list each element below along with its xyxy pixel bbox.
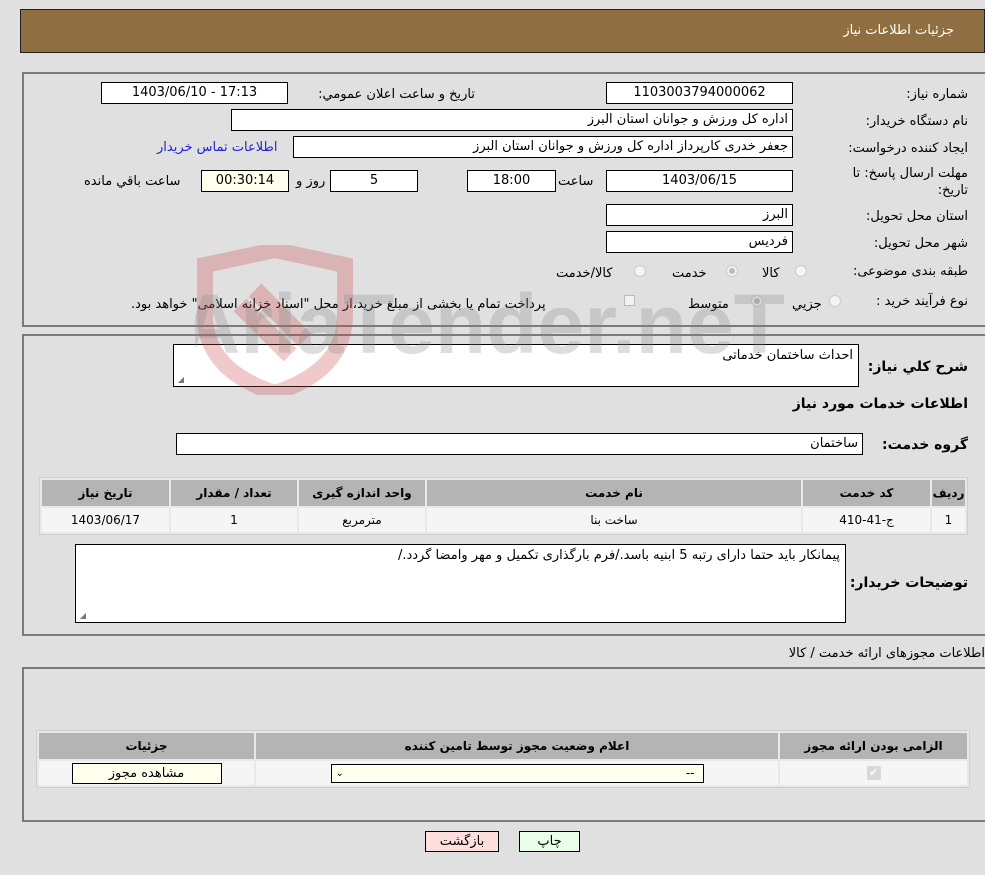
category-option-service: خدمت [672,266,707,281]
deadline-time-label: ساعت [558,174,594,189]
summary-text: احداث ساختمان خدماتی [722,348,853,363]
process-option-minor: جزيي [792,297,822,312]
category-label: طبقه بندی موضوعی: [852,264,968,279]
category-option-goods-service: کالا/خدمت [556,266,613,281]
permits-table-header: الزامی بودن ارائه مجوز اعلام وضعیت مجوز … [39,733,967,759]
page-header: جزئیات اطلاعات نیاز [20,9,985,53]
remaining-time-label: ساعت باقي مانده [84,174,181,189]
remaining-time-field: 00:30:14 [201,170,289,192]
resize-grip-icon[interactable]: ◢ [78,612,86,620]
deadline-date-field[interactable]: 1403/06/15 [606,170,793,192]
cell-row-number: 1 [932,508,965,532]
services-table: ردیف کد خدمت نام خدمت واحد اندازه گیری ت… [39,477,968,535]
process-radio-medium[interactable] [751,295,763,307]
col-service-name: نام خدمت [427,480,801,506]
process-label: نوع فرآیند خرید : [876,294,968,309]
view-permit-button[interactable]: مشاهده مجوز [71,762,222,784]
col-quantity: تعداد / مقدار [171,480,297,506]
buyer-notes-label: توضیحات خریدار: [849,575,968,591]
col-permit-required: الزامی بودن ارائه مجوز [780,733,967,759]
deadline-label: مهلت ارسال پاسخ: تا تاریخ: [853,165,968,199]
col-row-number: ردیف [932,480,965,506]
permit-required-checkbox: ✔ [866,766,881,781]
need-number-field[interactable]: 1103003794000062 [606,82,793,104]
announce-date-field[interactable]: 1403/06/10 - 17:13 [101,82,288,104]
table-row: 1 ج-41-410 ساخت بنا مترمربع 1 1403/06/17 [42,508,965,532]
service-group-label: گروه خدمت: [882,437,968,453]
cell-need-date: 1403/06/17 [42,508,169,532]
buyer-org-label: نام دستگاه خریدار: [865,114,968,129]
back-button[interactable]: بازگشت [425,831,499,852]
city-field[interactable]: فردیس [606,231,793,253]
service-group-field[interactable]: ساختمان [176,433,863,455]
cell-permit-details: مشاهده مجوز [39,761,254,785]
services-title: اطلاعات خدمات مورد نیاز [792,396,968,412]
category-radio-goods[interactable] [795,265,807,277]
days-label: روز و [296,174,326,189]
announce-date-label: تاريخ و ساعت اعلان عمومي: [318,87,475,102]
category-radio-goods-service[interactable] [634,265,646,277]
col-permit-status: اعلام وضعیت مجوز توسط تامین کننده [256,733,778,759]
services-table-header: ردیف کد خدمت نام خدمت واحد اندازه گیری ت… [42,480,965,506]
need-number-label: شماره نیاز: [906,87,968,102]
deadline-time-field[interactable]: 18:00 [467,170,556,192]
category-radio-service[interactable] [726,265,738,277]
city-label: شهر محل تحویل: [873,236,968,251]
permits-table: الزامی بودن ارائه مجوز اعلام وضعیت مجوز … [36,730,970,788]
cell-quantity: 1 [171,508,297,532]
treasury-note: پرداخت تمام یا بخشی از مبلغ خرید،از محل … [131,297,546,312]
cell-permit-status: -- ⌄ [256,761,778,785]
col-need-date: تاریخ نیاز [42,480,169,506]
permit-status-value: -- [685,765,695,780]
page-title: جزئیات اطلاعات نیاز [843,23,954,38]
deadline-label-line1: مهلت ارسال پاسخ: تا [852,166,968,181]
resize-grip-icon[interactable]: ◢ [176,376,184,384]
permits-section-title: اطلاعات مجوزهای ارائه خدمت / کالا [788,646,985,661]
creator-label: ایجاد کننده درخواست: [848,141,968,156]
summary-textarea[interactable]: احداث ساختمان خدماتی ◢ [173,344,859,387]
creator-field[interactable]: جعفر خدری کارپرداز اداره کل ورزش و جوانا… [293,136,793,158]
province-field[interactable]: البرز [606,204,793,226]
cell-service-name: ساخت بنا [427,508,801,532]
category-option-goods: کالا [762,266,780,281]
col-service-code: کد خدمت [803,480,930,506]
col-permit-details: جزئیات [39,733,254,759]
province-label: استان محل تحویل: [866,209,968,224]
treasury-checkbox[interactable] [624,295,635,306]
buyer-org-field[interactable]: اداره کل ورزش و جوانان استان البرز [231,109,793,131]
days-remaining-field[interactable]: 5 [330,170,418,192]
buyer-contact-link[interactable]: اطلاعات تماس خریدار [157,140,277,155]
deadline-label-line2: تاریخ: [937,183,968,198]
permit-status-select[interactable]: -- ⌄ [330,763,704,783]
cell-permit-required: ✔ [780,761,967,785]
summary-label: شرح کلي نياز: [867,359,968,375]
cell-unit: مترمربع [299,508,425,532]
chevron-down-icon: ⌄ [335,767,344,779]
col-unit: واحد اندازه گیری [299,480,425,506]
cell-service-code: ج-41-410 [803,508,930,532]
process-radio-minor[interactable] [829,295,841,307]
print-button[interactable]: چاپ [519,831,580,852]
process-option-medium: متوسط [688,297,729,312]
table-row: ✔ -- ⌄ مشاهده مجوز [39,761,967,785]
buyer-notes-text: پیمانکار باید حتما دارای رتبه 5 ابنیه با… [397,548,840,563]
buyer-notes-textarea[interactable]: پیمانکار باید حتما دارای رتبه 5 ابنیه با… [75,544,846,623]
